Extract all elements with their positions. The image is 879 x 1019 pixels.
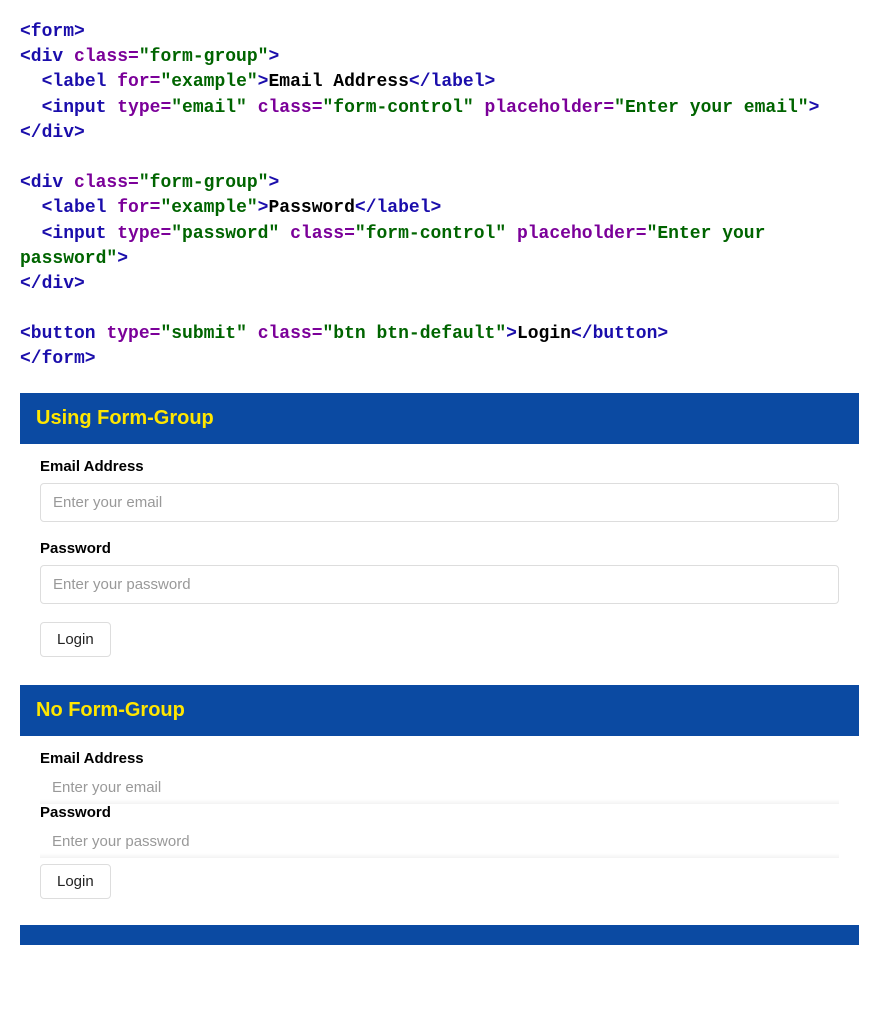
email-input[interactable] — [40, 483, 839, 522]
email-input[interactable] — [40, 771, 839, 804]
password-input[interactable] — [40, 565, 839, 604]
email-label: Email Address — [40, 458, 839, 475]
email-label: Email Address — [40, 750, 839, 767]
section-footer-bar — [20, 925, 859, 945]
section-header-using-form-group: Using Form-Group — [20, 393, 859, 444]
form-using-form-group: Email Address Password Login — [20, 444, 859, 675]
section-header-no-form-group: No Form-Group — [20, 685, 859, 736]
login-button[interactable]: Login — [40, 622, 111, 657]
code-block: <form> <div class="form-group"> <label f… — [0, 0, 879, 383]
password-input[interactable] — [40, 825, 839, 858]
login-button[interactable]: Login — [40, 864, 111, 899]
password-label: Password — [40, 540, 839, 557]
password-label: Password — [40, 804, 839, 821]
form-no-form-group: Email Address Password Login — [20, 736, 859, 917]
